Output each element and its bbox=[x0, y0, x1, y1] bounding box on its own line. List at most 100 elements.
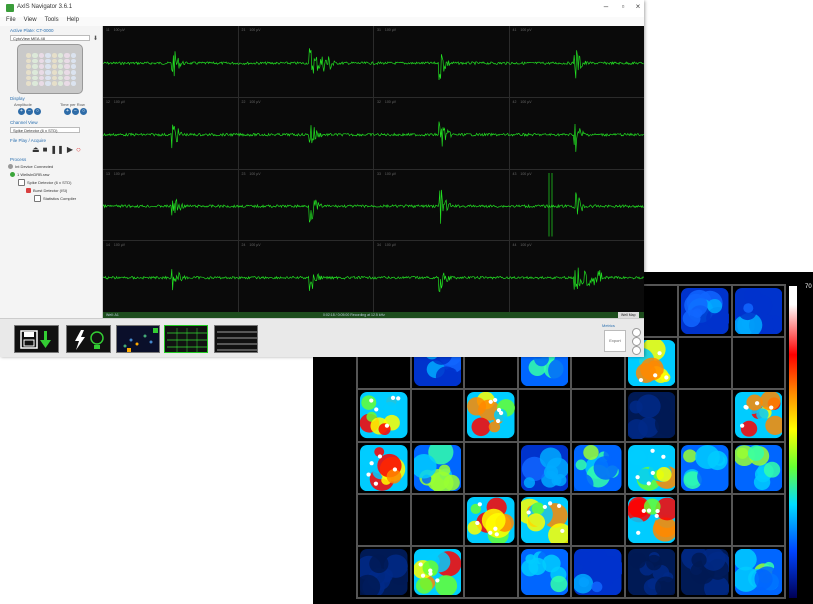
raster-view-button[interactable] bbox=[214, 325, 258, 353]
menu-file[interactable]: File bbox=[6, 17, 16, 26]
plate-well[interactable] bbox=[51, 64, 57, 69]
plate-well[interactable] bbox=[70, 75, 76, 81]
stimulation-button[interactable] bbox=[66, 325, 111, 353]
plate-well[interactable] bbox=[57, 53, 64, 58]
grid-view-button[interactable] bbox=[164, 325, 208, 353]
plate-well[interactable] bbox=[64, 81, 70, 86]
plate-well[interactable] bbox=[38, 58, 45, 64]
plate-well[interactable] bbox=[26, 81, 32, 86]
heatmap-well[interactable] bbox=[679, 338, 731, 389]
maximize-icon[interactable]: ▫ bbox=[617, 2, 629, 11]
plate-well[interactable] bbox=[70, 64, 76, 69]
heatmap-well[interactable] bbox=[411, 494, 463, 545]
heatmap-well[interactable] bbox=[358, 390, 410, 441]
heatmap-well[interactable] bbox=[732, 442, 784, 493]
zoom-in-icon[interactable]: + bbox=[18, 108, 25, 115]
heatmap-well[interactable] bbox=[732, 390, 784, 441]
heatmap-well[interactable] bbox=[732, 286, 784, 337]
plate-well[interactable] bbox=[57, 58, 64, 64]
plate-well[interactable] bbox=[26, 75, 32, 81]
plate-well[interactable] bbox=[26, 53, 32, 58]
download-icon[interactable]: ⬇ bbox=[93, 35, 98, 42]
heatmap-well[interactable] bbox=[679, 390, 731, 441]
stop-icon[interactable]: ■ bbox=[43, 145, 48, 154]
heatmap-well[interactable] bbox=[572, 390, 624, 441]
menu-tools[interactable]: Tools bbox=[45, 17, 59, 26]
save-recording-button[interactable] bbox=[14, 325, 59, 353]
plate-well[interactable] bbox=[45, 81, 51, 86]
heatmap-well[interactable] bbox=[518, 546, 570, 597]
heatmap-well[interactable] bbox=[679, 494, 731, 545]
heatmap-well[interactable] bbox=[465, 390, 517, 441]
plate-well[interactable] bbox=[32, 58, 38, 64]
plate-well[interactable] bbox=[45, 64, 51, 69]
heatmap-well[interactable] bbox=[572, 494, 624, 545]
plate-well[interactable] bbox=[57, 64, 64, 69]
pause-icon[interactable]: ❚❚ bbox=[50, 145, 63, 154]
well-view-button[interactable] bbox=[116, 325, 160, 353]
zoom-out-icon[interactable]: − bbox=[72, 108, 79, 115]
settings-icon[interactable] bbox=[632, 328, 641, 337]
plate-well[interactable] bbox=[32, 75, 38, 81]
heatmap-well[interactable] bbox=[679, 442, 731, 493]
zoom-in-icon[interactable]: + bbox=[64, 108, 71, 115]
menu-view[interactable]: View bbox=[24, 17, 37, 26]
menu-help[interactable]: Help bbox=[67, 17, 79, 26]
heatmap-well[interactable] bbox=[411, 546, 463, 597]
heatmap-well[interactable] bbox=[358, 546, 410, 597]
metrics-export-button[interactable]: Export bbox=[604, 330, 626, 352]
zoom-out-icon[interactable]: − bbox=[26, 108, 33, 115]
heatmap-well[interactable] bbox=[679, 286, 731, 337]
heatmap-well[interactable] bbox=[625, 390, 677, 441]
plate-well[interactable] bbox=[51, 58, 57, 64]
tree-item[interactable]: Int Device Connected bbox=[8, 163, 76, 171]
heatmap-well[interactable] bbox=[465, 494, 517, 545]
eject-icon[interactable]: ⏏ bbox=[32, 145, 40, 154]
plate-well[interactable] bbox=[32, 64, 38, 69]
heatmap-well[interactable] bbox=[625, 442, 677, 493]
plate-well[interactable] bbox=[32, 53, 38, 58]
plate-well[interactable] bbox=[51, 53, 57, 58]
tree-item[interactable]: 1 WellsInDRB.raw bbox=[10, 171, 76, 179]
plate-well[interactable] bbox=[64, 53, 70, 58]
plate-well[interactable] bbox=[70, 58, 76, 64]
plate-map[interactable] bbox=[17, 44, 83, 94]
plate-well[interactable] bbox=[51, 69, 57, 75]
lightbulb-icon[interactable] bbox=[632, 337, 641, 346]
tree-item[interactable]: Statistics Compiler bbox=[34, 195, 76, 203]
record-icon[interactable]: ○ bbox=[76, 145, 81, 154]
heatmap-well[interactable] bbox=[358, 494, 410, 545]
plate-well[interactable] bbox=[32, 69, 38, 75]
minimize-icon[interactable]: – bbox=[600, 2, 612, 11]
plate-well[interactable] bbox=[45, 58, 51, 64]
channel-view-select[interactable]: Spike Detector (6 x STD) bbox=[10, 127, 80, 133]
plate-well[interactable] bbox=[64, 69, 70, 75]
filter-icon[interactable] bbox=[632, 346, 641, 355]
heatmap-well[interactable] bbox=[518, 494, 570, 545]
plate-well[interactable] bbox=[64, 64, 70, 69]
plate-well[interactable] bbox=[38, 75, 45, 81]
heatmap-well[interactable] bbox=[518, 442, 570, 493]
plate-well[interactable] bbox=[64, 75, 70, 81]
plate-well[interactable] bbox=[45, 53, 51, 58]
plate-well[interactable] bbox=[51, 81, 57, 86]
heatmap-well[interactable] bbox=[625, 546, 677, 597]
plate-well[interactable] bbox=[38, 81, 45, 86]
close-icon[interactable]: × bbox=[632, 2, 644, 11]
heatmap-well[interactable] bbox=[465, 546, 517, 597]
tree-item[interactable]: Burst Detector (ISI) bbox=[26, 187, 76, 195]
zoom-fit-icon[interactable]: ○ bbox=[80, 108, 87, 115]
heatmap-well[interactable] bbox=[572, 442, 624, 493]
plate-well[interactable] bbox=[70, 81, 76, 86]
plate-type-select[interactable]: CytoView MEA 48 bbox=[10, 35, 90, 41]
plate-well[interactable] bbox=[57, 81, 64, 86]
trace-display[interactable]: 11 100 µV 21 100 µV 31 100 µV 41 100 µV 12 100 µV… bbox=[103, 26, 644, 312]
plate-well[interactable] bbox=[45, 69, 51, 75]
heatmap-well[interactable] bbox=[358, 442, 410, 493]
heatmap-well[interactable] bbox=[411, 442, 463, 493]
plate-well[interactable] bbox=[51, 75, 57, 81]
tree-item[interactable]: Spike Detector (6 x STD) bbox=[18, 179, 76, 187]
heatmap-well[interactable] bbox=[518, 390, 570, 441]
play-icon[interactable]: ▶ bbox=[67, 145, 73, 154]
plate-well[interactable] bbox=[57, 69, 64, 75]
